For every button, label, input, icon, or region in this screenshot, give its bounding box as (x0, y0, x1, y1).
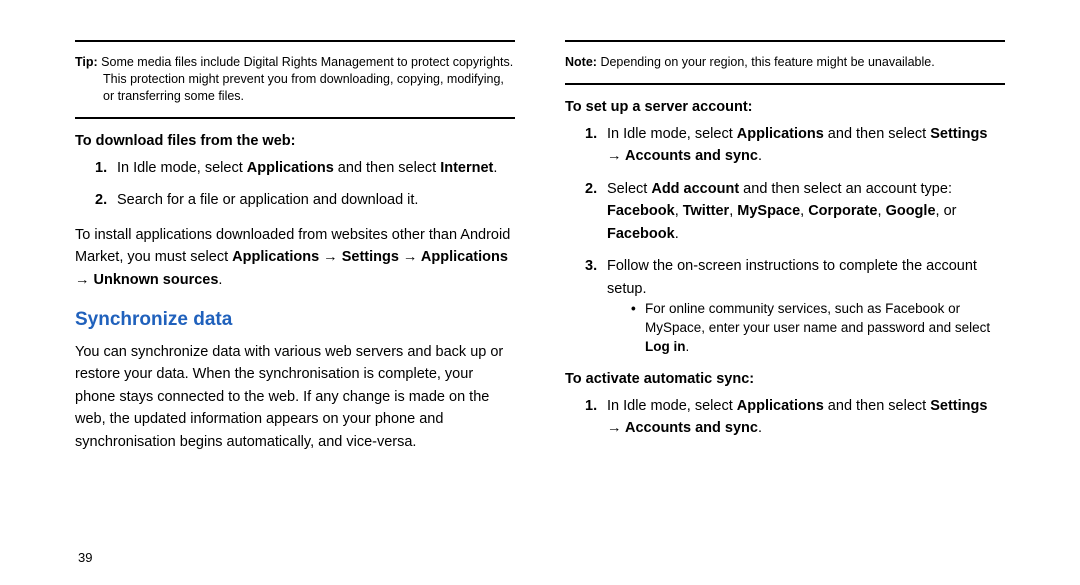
install-paragraph: To install applications downloaded from … (75, 224, 515, 291)
note-label: Note: (565, 55, 597, 69)
download-heading: To download files from the web: (75, 133, 515, 149)
synchronize-heading: Synchronize data (75, 309, 515, 331)
divider (75, 117, 515, 119)
right-column: Note: Depending on your region, this fea… (540, 40, 1020, 565)
download-steps: 1. In Idle mode, select Applications and… (75, 157, 515, 212)
setup-step-3: 3. Follow the on-screen instructions to … (585, 255, 1005, 357)
tip-text: Some media files include Digital Rights … (101, 55, 513, 103)
step-number: 2. (585, 178, 597, 200)
setup-step-1: 1. In Idle mode, select Applications and… (585, 123, 1005, 168)
autosync-steps: 1. In Idle mode, select Applications and… (565, 395, 1005, 440)
divider (75, 40, 515, 42)
setup-step-2: 2. Select Add account and then select an… (585, 178, 1005, 245)
setup-steps: 1. In Idle mode, select Applications and… (565, 123, 1005, 357)
tip-label: Tip: (75, 55, 98, 69)
setup-bullet-login: For online community services, such as F… (627, 300, 1005, 357)
synchronize-body: You can synchronize data with various we… (75, 341, 515, 453)
divider (565, 40, 1005, 42)
setup-sub-bullets: For online community services, such as F… (607, 300, 1005, 357)
page-number: 39 (78, 550, 92, 565)
tip-box: Tip: Some media files include Digital Ri… (75, 50, 515, 109)
step-number: 1. (95, 157, 107, 179)
download-step-2: 2. Search for a file or application and … (95, 189, 515, 211)
step-number: 2. (95, 189, 107, 211)
setup-heading: To set up a server account: (565, 99, 1005, 115)
note-box: Note: Depending on your region, this fea… (565, 50, 1005, 75)
download-step-1: 1. In Idle mode, select Applications and… (95, 157, 515, 179)
autosync-heading: To activate automatic sync: (565, 371, 1005, 387)
step-number: 1. (585, 123, 597, 145)
step-number: 1. (585, 395, 597, 417)
left-column: Tip: Some media files include Digital Ri… (60, 40, 540, 565)
autosync-step-1: 1. In Idle mode, select Applications and… (585, 395, 1005, 440)
note-text: Depending on your region, this feature m… (600, 55, 934, 69)
step-number: 3. (585, 255, 597, 277)
divider (565, 83, 1005, 85)
